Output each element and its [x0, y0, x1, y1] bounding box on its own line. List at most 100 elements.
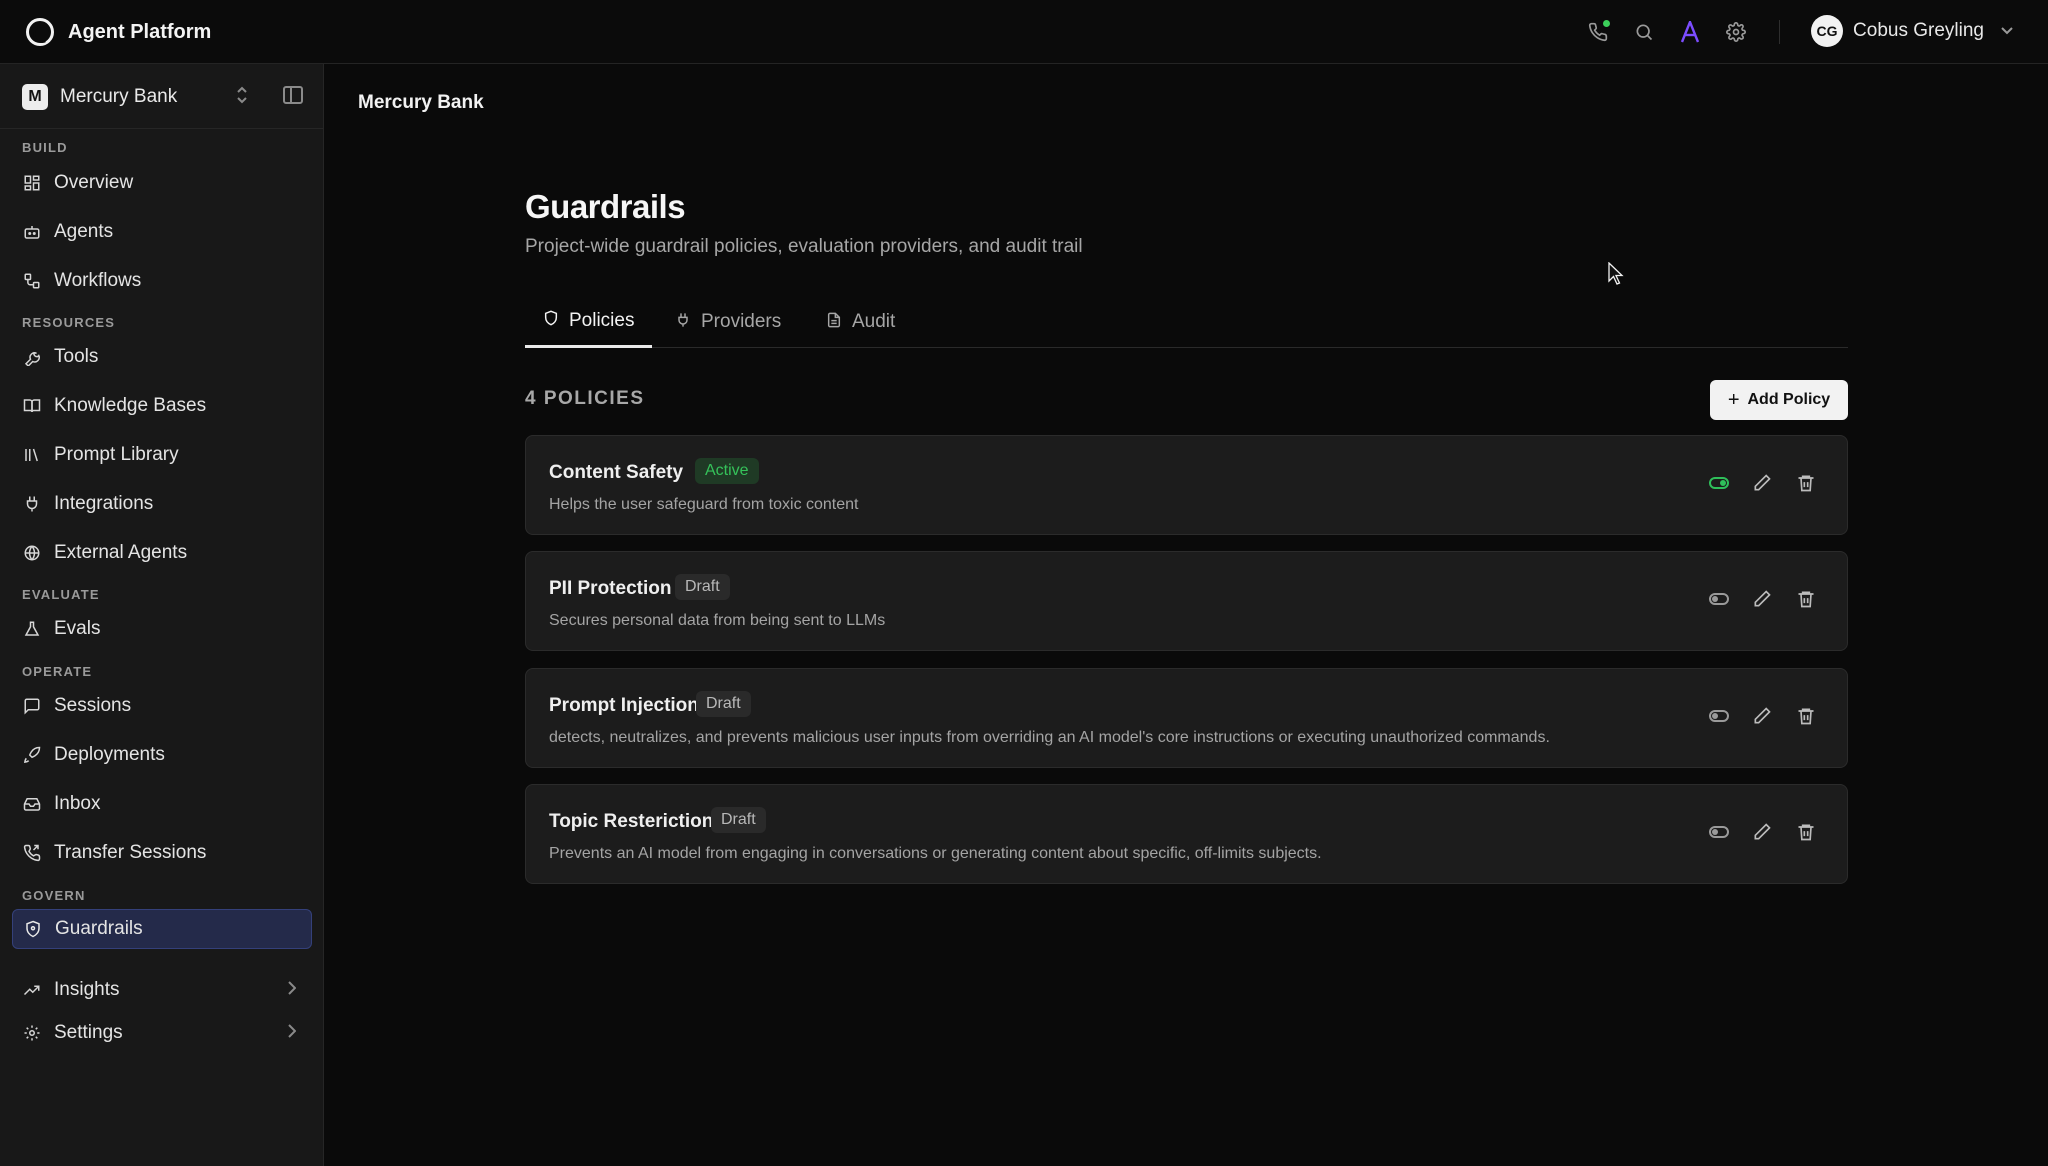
library-icon [22, 445, 42, 465]
trash-icon[interactable] [1795, 588, 1817, 610]
sidebar-item-settings[interactable]: Settings [12, 1013, 312, 1053]
policy-actions [1709, 472, 1817, 494]
policy-name: Prompt Injection [549, 695, 699, 716]
policy-card[interactable]: Prompt Injection Draft detects, neutrali… [525, 668, 1848, 768]
sidebar-item-workflows[interactable]: Workflows [12, 261, 312, 301]
sidebar-item-deployments[interactable]: Deployments [12, 735, 312, 775]
sidebar-item-integrations[interactable]: Integrations [12, 484, 312, 524]
sidebar-item-guardrails[interactable]: Guardrails [12, 909, 312, 949]
tab-label: Policies [569, 309, 635, 331]
user-menu[interactable]: CG Cobus Greyling [1811, 15, 2014, 47]
tab-label: Providers [701, 311, 782, 332]
wrench-icon [22, 347, 42, 367]
sidebar-item-label: Workflows [54, 270, 142, 291]
trending-up-icon [22, 980, 42, 1000]
policy-card[interactable]: Topic Resterictio​n Draft Prevents an AI… [525, 784, 1848, 884]
sidebar-collapse-icon[interactable] [283, 86, 303, 104]
toggle-icon[interactable] [1709, 593, 1729, 605]
top-divider [1779, 20, 1780, 44]
sidebar-item-inbox[interactable]: Inbox [12, 784, 312, 824]
chevron-down-icon [2000, 23, 2014, 39]
brand[interactable]: Agent Platform [26, 18, 211, 46]
tab-providers[interactable]: Providers [675, 296, 781, 348]
assistant-icon[interactable] [1678, 20, 1702, 44]
status-badge: Draft [711, 807, 766, 833]
sidebar-item-label: Sessions [54, 695, 132, 716]
phone-icon[interactable] [1586, 20, 1610, 44]
sidebar-divider [0, 128, 324, 129]
rocket-icon [22, 745, 42, 765]
trash-icon[interactable] [1795, 821, 1817, 843]
sidebar-item-label: Transfer Sessions [54, 842, 207, 863]
sidebar-item-label: Overview [54, 172, 134, 193]
policy-card[interactable]: PII Protection Draft Secures personal da… [525, 551, 1848, 651]
add-policy-button[interactable]: + Add Policy [1710, 380, 1848, 420]
status-badge: Draft [675, 574, 730, 600]
toggle-icon[interactable] [1709, 710, 1729, 722]
sidebar-item-overview[interactable]: Overview [12, 163, 312, 203]
add-policy-label: Add Policy [1747, 391, 1831, 408]
policy-description: detects, neutralizes, and prevents malic… [549, 729, 1550, 746]
pencil-icon[interactable] [1751, 821, 1773, 843]
sidebar-item-transfer-sessions[interactable]: Transfer Sessions [12, 833, 312, 873]
avatar: CG [1811, 15, 1844, 47]
tab-policies[interactable]: Policies [525, 296, 653, 348]
pencil-icon[interactable] [1751, 705, 1773, 727]
toggle-icon[interactable] [1709, 826, 1729, 838]
plus-icon: + [1727, 388, 1740, 411]
sidebar-item-label: Integrations [54, 493, 154, 514]
app-logo-icon [26, 18, 54, 46]
sidebar-item-label: Deployments [54, 744, 165, 765]
section-build: BUILD [22, 140, 68, 155]
project-badge: M [22, 84, 48, 110]
project-name: Mercury Bank [60, 86, 178, 107]
sidebar-item-sessions[interactable]: Sessions [12, 686, 312, 726]
book-icon [22, 396, 42, 416]
tab-label: Audit [852, 311, 896, 332]
sidebar-item-knowledge-bases[interactable]: Knowledge Bases [12, 386, 312, 426]
search-icon[interactable] [1632, 20, 1656, 44]
shield-icon [23, 919, 43, 939]
top-bar: Agent Platform CG Cobus Greyling [0, 0, 2048, 64]
sidebar-item-prompt-library[interactable]: Prompt Library [12, 435, 312, 475]
message-icon [22, 696, 42, 716]
policy-actions [1709, 705, 1817, 727]
sidebar-item-insights[interactable]: Insights [12, 970, 312, 1010]
trash-icon[interactable] [1795, 705, 1817, 727]
section-operate: OPERATE [22, 664, 93, 679]
sidebar-item-evals[interactable]: Evals [12, 609, 312, 649]
user-name: Cobus Greyling [1853, 20, 1984, 41]
gear-icon[interactable] [1724, 20, 1748, 44]
breadcrumb[interactable]: Mercury Bank [358, 92, 484, 114]
flask-icon [22, 619, 42, 639]
sidebar-item-external-agents[interactable]: External Agents [12, 533, 312, 573]
status-badge: Draft [696, 691, 751, 717]
policy-actions [1709, 588, 1817, 610]
section-evaluate: EVALUATE [22, 587, 100, 602]
app-name: Agent Platform [68, 20, 212, 43]
toggle-icon[interactable] [1709, 477, 1729, 489]
inbox-icon [22, 794, 42, 814]
status-badge: Active [695, 458, 759, 484]
bot-icon [22, 222, 42, 242]
tab-audit[interactable]: Audit [826, 296, 895, 348]
sidebar-item-tools[interactable]: Tools [12, 337, 312, 377]
sidebar-item-label: Guardrails [55, 918, 143, 939]
trash-icon[interactable] [1795, 472, 1817, 494]
policy-description: Helps the user safeguard from toxic cont… [549, 496, 859, 513]
shield-icon [543, 309, 559, 332]
sidebar-item-agents[interactable]: Agents [12, 212, 312, 252]
policy-description: Secures personal data from being sent to… [549, 612, 886, 629]
policy-name: Topic Resterictio​n [549, 811, 714, 832]
policy-card[interactable]: Content Safety Active Helps the user saf… [525, 435, 1848, 535]
pencil-icon[interactable] [1751, 588, 1773, 610]
chevron-right-icon [288, 980, 297, 1000]
sidebar: M Mercury Bank BUILD Overview Agents Wor… [0, 64, 324, 1166]
pencil-icon[interactable] [1751, 472, 1773, 494]
section-govern: GOVERN [22, 888, 86, 903]
policy-name: Content Safety [549, 462, 684, 483]
project-switcher[interactable]: M Mercury Bank [22, 82, 312, 112]
sidebar-item-label: Agents [54, 221, 114, 242]
mouse-cursor-icon [1608, 262, 1624, 285]
plug-icon [675, 311, 691, 334]
